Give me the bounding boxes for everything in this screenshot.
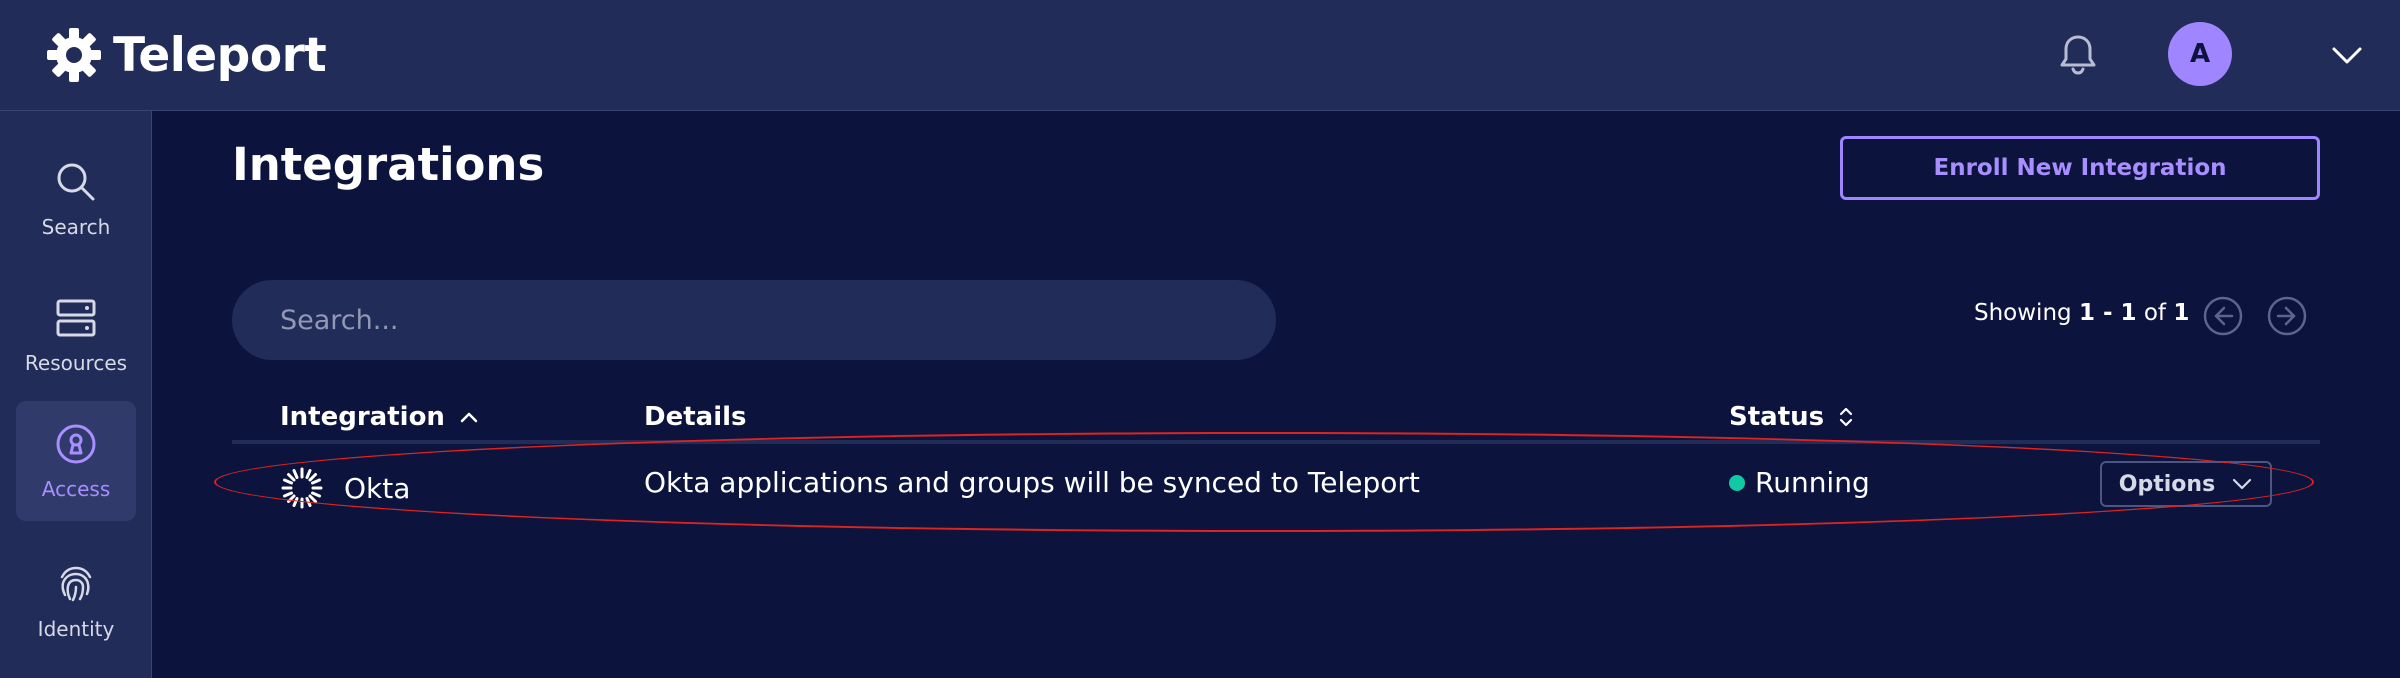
chevron-down-icon[interactable] — [2330, 40, 2364, 70]
column-header-integration[interactable]: Integration — [280, 402, 479, 432]
status-text: Running — [1755, 466, 1870, 499]
gear-logo-icon — [47, 28, 101, 82]
sidebar-item-search[interactable]: Search — [16, 139, 136, 259]
sidebar-item-label: Search — [41, 215, 111, 239]
options-label: Options — [2118, 471, 2216, 497]
sidebar: Search Resources Access Identity — [0, 111, 152, 678]
sidebar-item-identity[interactable]: Identity — [16, 541, 136, 661]
column-header-details: Details — [644, 402, 747, 432]
pagination-prefix: Showing — [1974, 300, 2072, 326]
sidebar-item-label: Resources — [24, 351, 128, 375]
sidebar-item-resources[interactable]: Resources — [16, 275, 136, 395]
app-name: Teleport — [113, 27, 327, 83]
bell-icon[interactable] — [2054, 31, 2102, 79]
keyhole-icon — [56, 424, 96, 464]
sort-ascending-icon — [460, 412, 478, 423]
search-icon — [57, 163, 95, 201]
pagination-range: 1 - 1 — [2078, 300, 2137, 326]
table-header-divider — [232, 440, 2320, 444]
chevron-down-icon — [2233, 478, 2252, 490]
column-header-status[interactable]: Status — [1729, 402, 1854, 432]
details-cell: Okta applications and groups will be syn… — [644, 466, 1420, 499]
teleport-logo[interactable]: Teleport — [45, 24, 327, 86]
page-title: Integrations — [232, 138, 545, 191]
user-avatar[interactable]: A — [2168, 22, 2232, 86]
pagination-of: of — [2143, 300, 2167, 326]
sort-unsorted-icon — [1840, 407, 1853, 427]
column-header-label: Integration — [280, 402, 445, 432]
enroll-new-integration-button[interactable]: Enroll New Integration — [1840, 136, 2320, 200]
prev-page-icon[interactable] — [2202, 295, 2244, 337]
pagination-summary: Showing 1 - 1 of 1 — [1974, 300, 2189, 326]
okta-icon — [281, 467, 323, 509]
server-icon — [56, 299, 96, 337]
next-page-icon[interactable] — [2266, 295, 2308, 337]
status-cell: Running — [1729, 466, 1870, 499]
search-input[interactable] — [232, 280, 1276, 360]
integration-cell: Okta — [280, 466, 410, 510]
status-dot — [1729, 474, 1745, 491]
sidebar-item-access[interactable]: Access — [16, 401, 136, 521]
fingerprint-icon — [60, 566, 92, 602]
column-header-label: Details — [644, 402, 747, 432]
integration-name: Okta — [344, 471, 411, 505]
column-header-label: Status — [1729, 402, 1825, 432]
options-button[interactable]: Options — [2100, 461, 2272, 507]
top-bar: Teleport A — [0, 0, 2400, 111]
pagination-total: 1 — [2173, 300, 2190, 326]
sidebar-item-label: Access — [41, 477, 111, 501]
sidebar-item-label: Identity — [37, 617, 115, 641]
